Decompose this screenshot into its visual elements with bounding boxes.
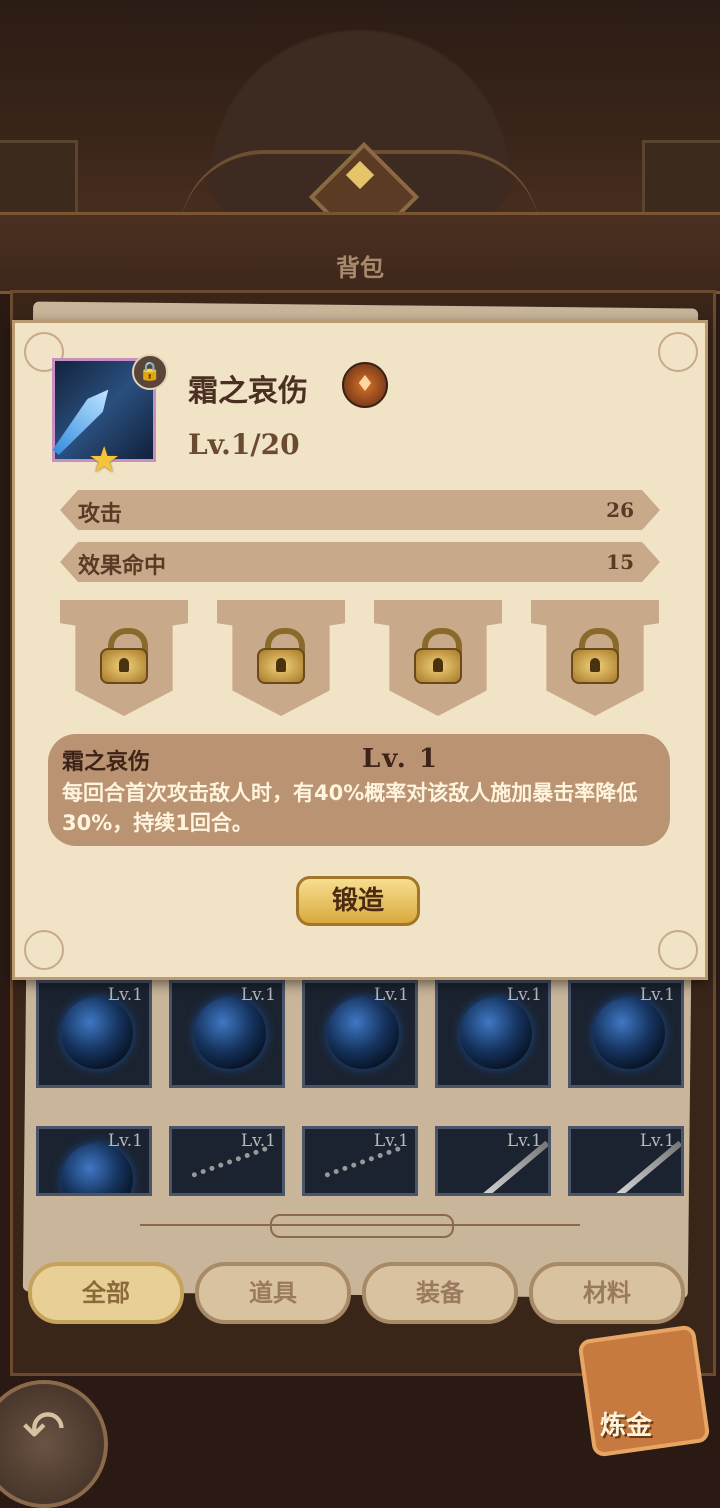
right-pillar	[642, 140, 720, 216]
item-level: Lv.1	[506, 985, 542, 1005]
inventory-item[interactable]: Lv.1	[169, 1126, 285, 1196]
tab-materials[interactable]: 材料	[529, 1262, 685, 1324]
back-arrow-icon: ↶	[22, 1400, 66, 1460]
inventory-item[interactable]: Lv.1	[435, 1126, 551, 1196]
padlock-icon	[571, 628, 619, 684]
inventory-item[interactable]: Lv.1	[302, 980, 418, 1088]
padlock-icon	[100, 628, 148, 684]
inventory-item[interactable]: Lv.1	[36, 1126, 152, 1196]
page-title: 背包	[336, 254, 384, 282]
blue-orb-icon	[61, 997, 133, 1069]
chain-flail-icon	[191, 1145, 273, 1192]
item-level: Lv.1	[240, 985, 276, 1005]
stat-label: 攻击	[78, 502, 123, 527]
alchemy-label: 炼金	[600, 1411, 653, 1441]
item-name: 霜之哀伤	[188, 374, 308, 409]
lock-toggle-icon[interactable]: 🔒	[132, 354, 168, 390]
stat-label: 效果命中	[78, 554, 167, 579]
stat-value: 26	[606, 498, 634, 522]
forge-button[interactable]: 锻造	[296, 876, 420, 926]
item-level: Lv.1	[639, 985, 675, 1005]
inventory-item[interactable]: Lv.1	[568, 980, 684, 1088]
star-icon: ★	[88, 440, 121, 481]
item-level: Lv.1	[107, 985, 143, 1005]
skill-name: 霜之哀伤	[62, 750, 151, 775]
item-level: Lv.1	[373, 985, 409, 1005]
inventory-item[interactable]: Lv.1	[36, 980, 152, 1088]
stat-value: 15	[606, 550, 634, 574]
tab-all[interactable]: 全部	[28, 1262, 184, 1324]
inventory-item[interactable]: Lv.1	[568, 1126, 684, 1196]
class-icon: ♦	[342, 362, 388, 408]
item-level: Lv.1	[107, 1131, 143, 1151]
item-level: Lv.1	[373, 1131, 409, 1151]
item-level: Lv.1/20	[188, 428, 300, 461]
skill-description: 每回合首次攻击敌人时，有40%概率对该敌人施加暴击率降低30%，持续1回合。	[62, 781, 638, 835]
item-level: Lv.1	[506, 1131, 542, 1151]
blue-orb-icon	[194, 997, 266, 1069]
item-level: Lv.1	[639, 1131, 675, 1151]
divider-ornament	[270, 1214, 454, 1238]
tab-equipment[interactable]: 装备	[362, 1262, 518, 1324]
corner-ornament	[658, 930, 698, 970]
chain-flail-icon	[324, 1145, 406, 1192]
corner-ornament	[24, 930, 64, 970]
stat-bar-attack	[60, 490, 660, 530]
inventory-item[interactable]: Lv.1	[302, 1126, 418, 1196]
blue-orb-icon	[593, 997, 665, 1069]
inventory-item[interactable]: Lv.1	[169, 980, 285, 1088]
corner-ornament	[658, 332, 698, 372]
padlock-icon	[257, 628, 305, 684]
item-level: Lv.1	[240, 1131, 276, 1151]
left-pillar	[0, 140, 78, 216]
blue-orb-icon	[327, 997, 399, 1069]
blue-orb-icon	[460, 997, 532, 1069]
inventory-item[interactable]: Lv.1	[435, 980, 551, 1088]
padlock-icon	[414, 628, 462, 684]
tab-items[interactable]: 道具	[195, 1262, 351, 1324]
skill-level: Lv. 1	[362, 744, 439, 774]
